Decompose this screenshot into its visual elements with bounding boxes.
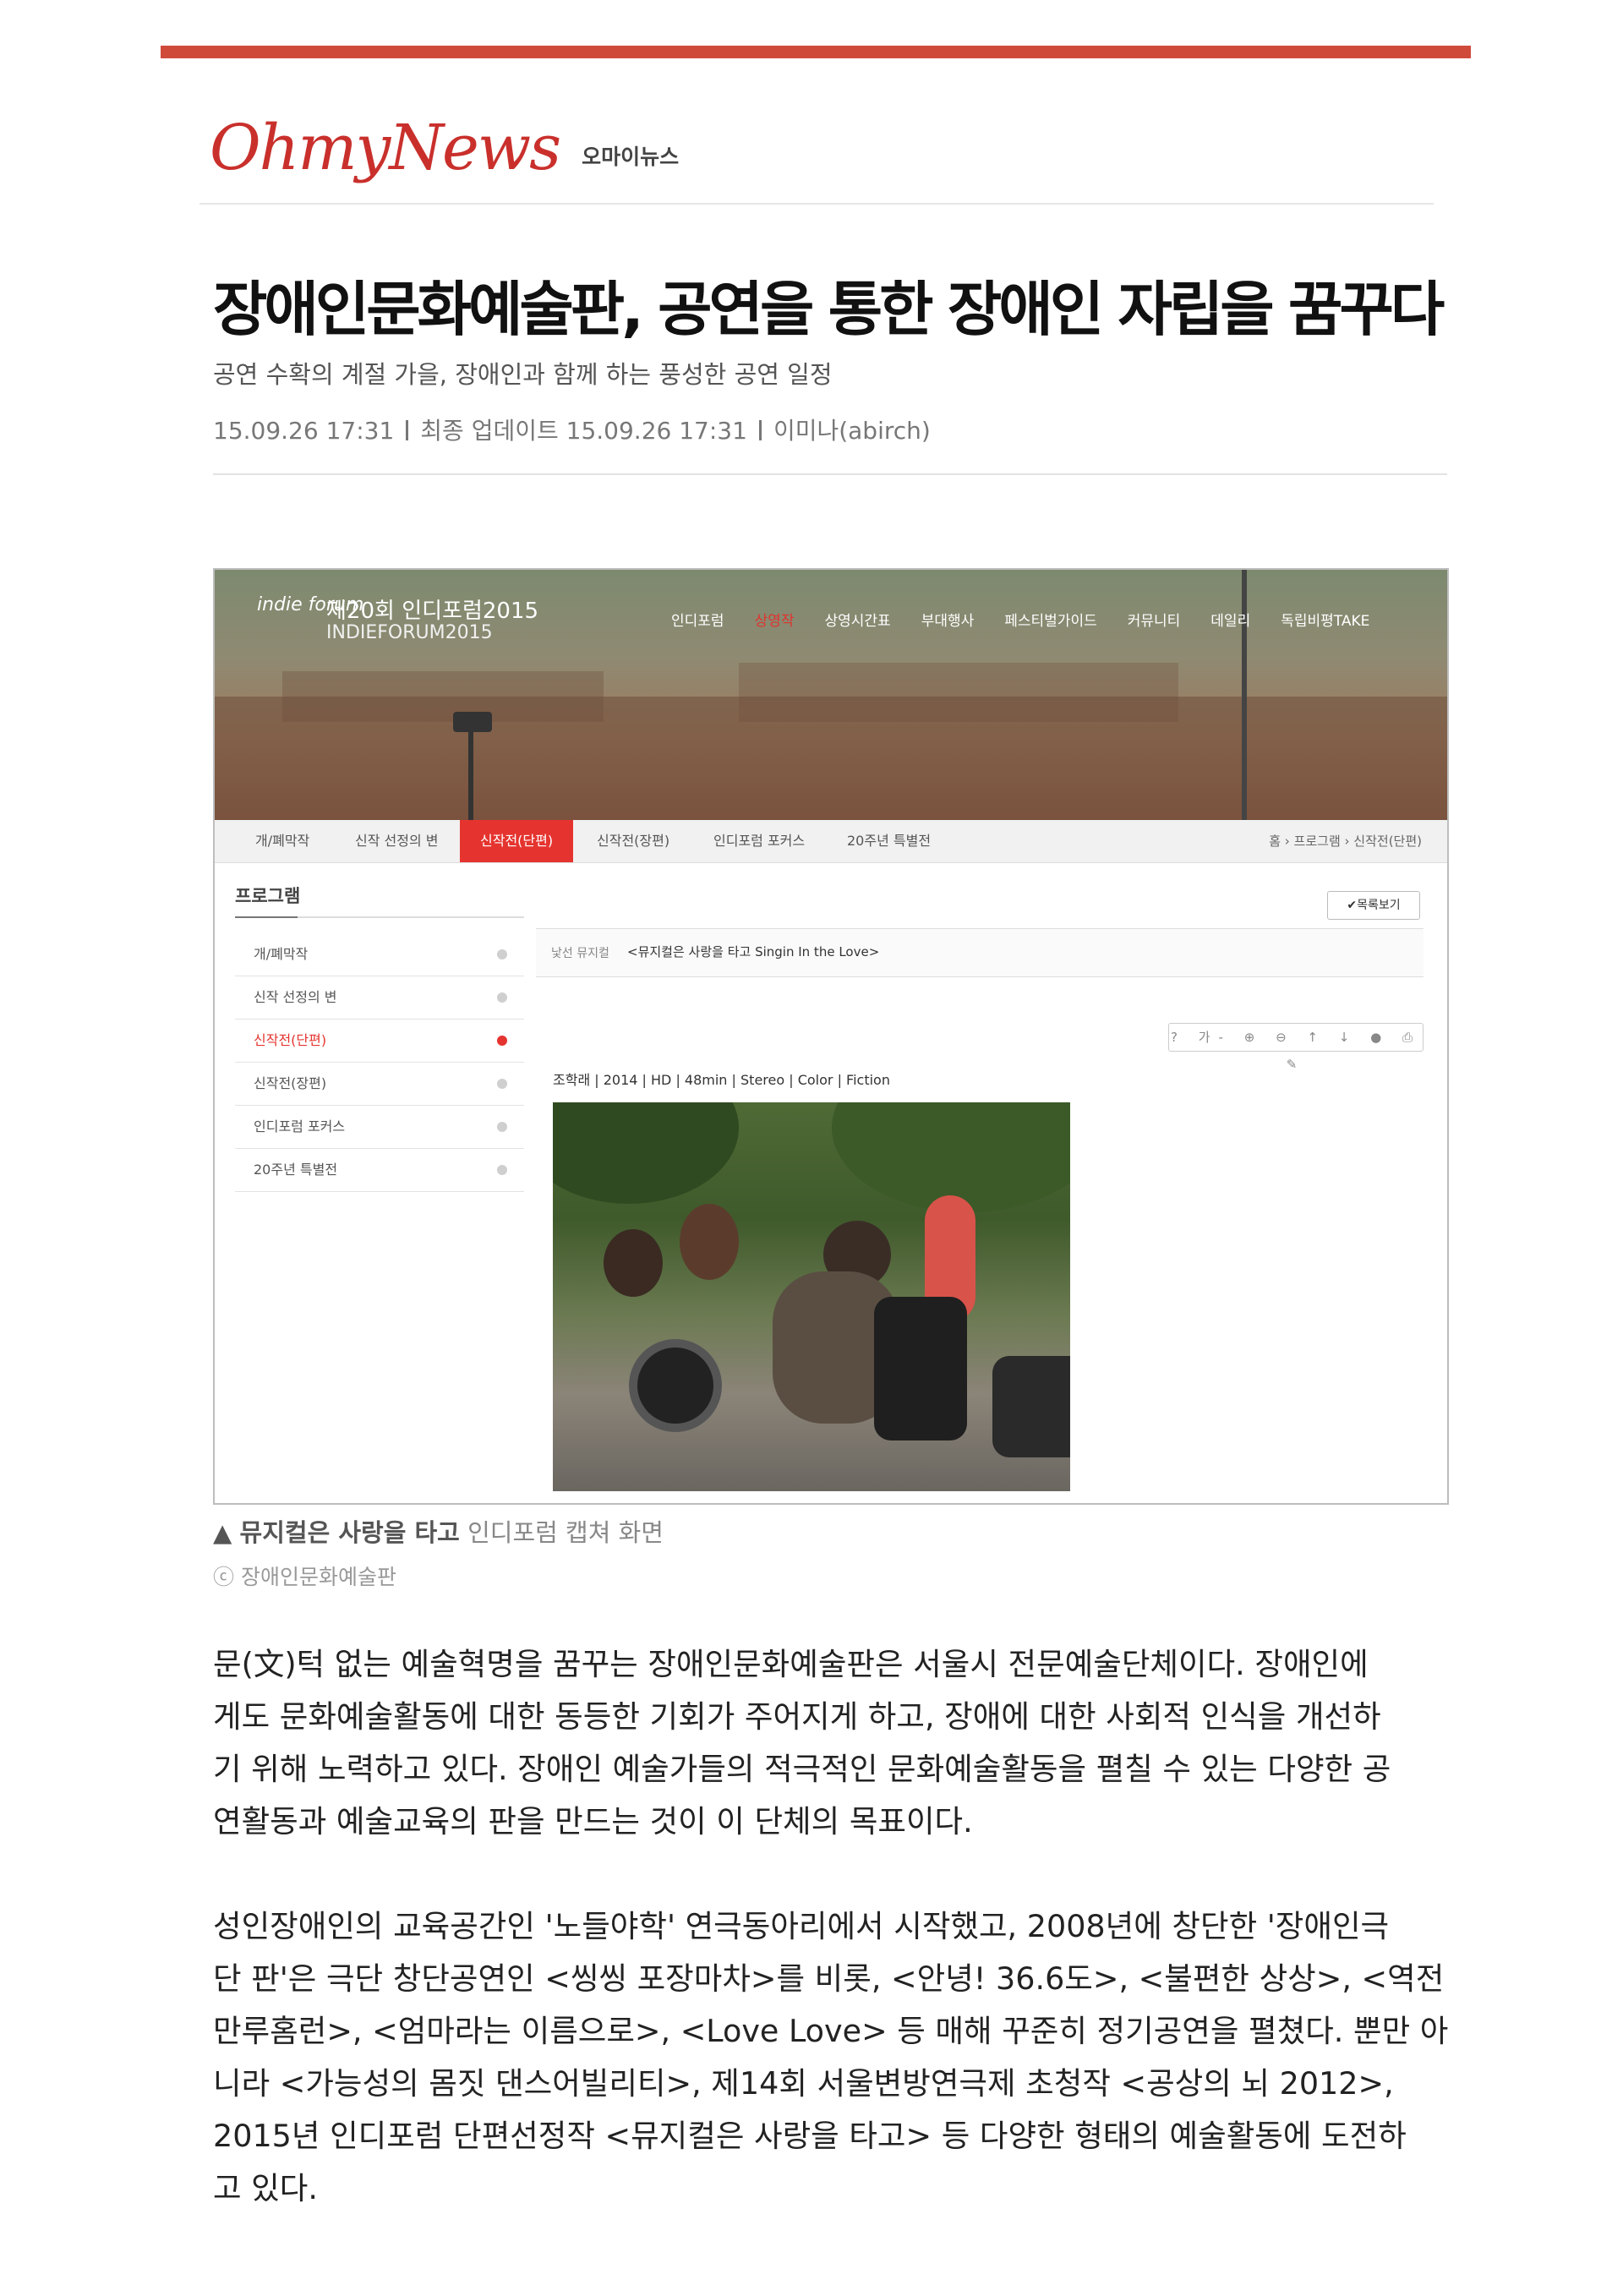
site-title: 제20회 인디포럼2015 (326, 599, 539, 624)
author-name[interactable]: 이미나(abirch) (773, 417, 931, 445)
site-nav-item-active: 상영작 (754, 613, 795, 630)
site-nav-item: 부대행사 (921, 613, 975, 630)
paragraph-line: 니라 <가능성의 몸짓 댄스어빌리티>, 제14회 서울변방연극제 초청작 <공… (213, 2065, 1394, 2102)
meta-separator (758, 420, 762, 440)
chevron-icon (497, 1079, 507, 1089)
chevron-icon (497, 992, 507, 1003)
wheelchair-wheel (629, 1339, 722, 1432)
site-sidebar-item: 신작전(장편) (235, 1063, 524, 1106)
site-subtitle: INDIEFORUM2015 (326, 622, 493, 643)
published-date: 15.09.26 17:31 (213, 417, 395, 445)
site-nav-item: 인디포럼 (671, 613, 724, 630)
film-title-box: 낯선 뮤지컬 <뮤지컬은 사랑을 타고 Singin In the Love> (536, 928, 1424, 977)
article-meta: 15.09.26 17:31 최종 업데이트 15.09.26 17:31 이미나(… (213, 413, 931, 446)
image-caption: ▲ 뮤지컬은 사랑을 타고 인디포럼 캡쳐 화면 (213, 1513, 664, 1549)
top-accent-bar (161, 46, 1471, 58)
paragraph-line: 2015년 인디포럼 단편선정작 <뮤지컬은 사랑을 타고> 등 다양한 형태의… (213, 2118, 1407, 2154)
site-tab: 신작전(장편) (597, 833, 670, 849)
camera-body (453, 712, 492, 732)
film-still-photo (553, 1102, 1070, 1491)
article-title: 장애인문화예술판, 공연을 통한 장애인 자립을 꿈꾸다 (213, 275, 1445, 344)
article-subtitle: 공연 수확의 계절 가을, 장애인과 함께 하는 풍성한 공연 일정 (213, 360, 833, 389)
film-meta: 조학래 | 2014 | HD | 48min | Stereo | Color… (553, 1072, 890, 1088)
paragraph-line: 고 있다. (213, 2170, 318, 2206)
wheelchair (874, 1297, 967, 1440)
film-category: 낯선 뮤지컬 (551, 947, 609, 960)
caption-title: 뮤지컬은 사랑을 타고 (239, 1518, 460, 1547)
site-sidebar-list: 개/폐막작 신작 선정의 변 신작전(단편) 신작전(장편) 인디포럼 포커스 … (235, 933, 524, 1192)
meta-divider (213, 473, 1447, 475)
ohmynews-logo[interactable]: OhmyNews (210, 117, 561, 179)
site-banner-photo: indie forum 제20회 인디포럼2015 INDIEFORUM2015… (215, 570, 1447, 820)
updated-date: 최종 업데이트 15.09.26 17:31 (420, 417, 747, 445)
chevron-icon (497, 949, 507, 959)
paragraph-line: 만루홈런>, <엄마라는 이름으로>, <Love Love> 등 매해 꾸준히… (213, 2013, 1449, 2049)
site-sidebar-item: 인디포럼 포커스 (235, 1106, 524, 1149)
utility-pole (1242, 570, 1247, 820)
image-credit: ⓒ 장애인문화예술판 (213, 1565, 396, 1589)
site-tab: 20주년 특별전 (847, 833, 932, 849)
site-sidebar-title: 프로그램 (235, 886, 301, 906)
paragraph-line: 게도 문화예술활동에 대한 동등한 기회가 주어지게 하고, 장애에 대한 사회… (213, 1698, 1381, 1735)
site-sidebar-item-active: 신작전(단편) (235, 1020, 524, 1063)
site-tab-active: 신작전(단편) (460, 820, 574, 862)
site-nav: 인디포럼 상영작 상영시간표 부대행사 페스티벌가이드 커뮤니티 데일리 독립비… (671, 609, 1369, 630)
caption-marker: ▲ (213, 1518, 232, 1547)
article-paragraph: 성인장애인의 교육공간인 '노들야학' 연극동아리에서 시작했고, 2008년에… (213, 1900, 1456, 2215)
site-nav-item: 커뮤니티 (1127, 613, 1181, 630)
person-figure (604, 1229, 663, 1297)
sidebar-divider-accent (235, 916, 298, 918)
site-nav-item: 상영시간표 (824, 613, 891, 630)
paragraph-line: 단 판'은 극단 창단공연인 <씽씽 포장마차>를 비롯, <안녕! 36.6도… (213, 1960, 1445, 1997)
ohmynews-logo-korean: 오마이뉴스 (582, 145, 680, 169)
wheelchair (992, 1356, 1070, 1457)
paragraph-line: 기 위해 노력하고 있다. 장애인 예술가들의 적극적인 문화예술활동을 펼칠 … (213, 1751, 1391, 1787)
site-sidebar-item: 20주년 특별전 (235, 1149, 524, 1192)
paragraph-line: 연활동과 예술교육의 판을 만드는 것이 이 단체의 목표이다. (213, 1803, 973, 1840)
site-tab-bar: 개/폐막작 신작 선정의 변 신작전(단편) 신작전(장편) 인디포럼 포커스 … (215, 820, 1447, 863)
film-title: <뮤지컬은 사랑을 타고 Singin In the Love> (627, 944, 880, 959)
paragraph-line: 성인장애인의 교육공간인 '노들야학' 연극동아리에서 시작했고, 2008년에… (213, 1908, 1390, 1944)
site-sidebar-item: 개/폐막작 (235, 933, 524, 976)
site-nav-item: 독립비평TAKE (1281, 613, 1370, 630)
chevron-icon (497, 1036, 507, 1046)
site-breadcrumb: 홈 › 프로그램 › 신작전(단편) (1269, 834, 1422, 849)
site-list-button: ✔목록보기 (1327, 891, 1420, 920)
person-figure (680, 1204, 739, 1280)
site-nav-item: 페스티벌가이드 (1004, 613, 1097, 630)
article-paragraph: 문(文)턱 없는 예술혁명을 꿈꾸는 장애인문화예술판은 서울시 전문예술단체이… (213, 1638, 1456, 1848)
rooftop-shape (739, 663, 1178, 722)
site-toolbar: ? 가- ⊕ ⊖ ↑ ↓ ● ⎙ ✎ (1168, 1023, 1424, 1072)
chevron-icon (497, 1122, 507, 1132)
caption-text: 인디포럼 캡쳐 화면 (467, 1518, 664, 1547)
masthead: OhmyNews 오마이뉴스 (210, 95, 679, 179)
site-sidebar-item: 신작 선정의 변 (235, 976, 524, 1020)
article-image-screenshot: indie forum 제20회 인디포럼2015 INDIEFORUM2015… (213, 568, 1449, 1505)
site-tab: 인디포럼 포커스 (713, 833, 806, 849)
chevron-icon (497, 1165, 507, 1175)
tree-foliage (553, 1102, 739, 1204)
paragraph-line: 문(文)턱 없는 예술혁명을 꿈꾸는 장애인문화예술판은 서울시 전문예술단체이… (213, 1646, 1369, 1682)
site-tab: 신작 선정의 변 (355, 833, 439, 849)
site-tab: 개/폐막작 (255, 833, 310, 849)
meta-separator (406, 420, 409, 440)
rooftop-shape (282, 671, 604, 722)
masthead-divider (199, 203, 1434, 205)
site-nav-item: 데일리 (1210, 613, 1251, 630)
